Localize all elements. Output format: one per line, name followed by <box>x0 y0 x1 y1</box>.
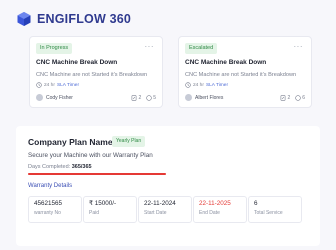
plan-progress-fill <box>28 173 166 175</box>
detail-label: Paid <box>89 210 100 216</box>
warranty-details: 45621565 warranty No ₹ 15000/- Paid 22-1… <box>28 196 303 223</box>
status-badge: Escalated <box>185 43 218 54</box>
sla-duration: 24 hr <box>193 82 204 88</box>
comments-value: 6 <box>302 94 305 101</box>
ticket-meta: 2 6 <box>280 95 305 101</box>
attachment-icon <box>132 94 137 101</box>
detail-label: End Date <box>199 210 220 216</box>
detail-label: Total Service <box>254 210 283 216</box>
attachments-count[interactable]: 2 <box>131 95 141 101</box>
sla-timer-link[interactable]: SLA Timer <box>206 83 228 88</box>
ticket-description: CNC Machine are not Started it's Breakdo… <box>185 72 297 78</box>
detail-value: 22-11-2024 <box>144 200 176 207</box>
assignee-name: Cody Fisher <box>46 94 73 101</box>
detail-warranty-no: 45621565 warranty No <box>28 196 82 223</box>
sla-timer-link[interactable]: SLA Timer <box>57 83 79 88</box>
detail-total-service: 6 Total Service <box>248 196 302 223</box>
detail-value: 6 <box>254 200 258 207</box>
avatar <box>36 94 43 101</box>
avatar <box>185 94 192 101</box>
plan-card: Company Plan Name Yearly Plan Secure you… <box>16 126 320 246</box>
more-options-icon[interactable]: ··· <box>294 42 304 51</box>
days-completed-label: Days Completed: <box>28 164 71 170</box>
assignee: Albert Flores <box>185 94 223 101</box>
ticket-card[interactable]: Escalated ··· CNC Machine Break Down CNC… <box>178 36 312 108</box>
ticket-description: CNC Machine are not Started it's Breakdo… <box>36 72 148 78</box>
warranty-details-heading: Warranty Details <box>28 183 73 189</box>
comments-value: 5 <box>153 94 156 101</box>
plan-progress-bar <box>28 173 166 175</box>
comment-icon <box>146 94 152 101</box>
ticket-title: CNC Machine Break Down <box>185 59 267 66</box>
comments-count[interactable]: 6 <box>295 95 305 101</box>
sla-timer: 24 hr SLA Timer <box>36 82 79 88</box>
ticket-footer: Albert Flores 2 6 <box>185 93 305 102</box>
cube-logo-icon <box>17 12 31 26</box>
sla-timer: 24 hr SLA Timer <box>185 82 228 88</box>
detail-paid: ₹ 15000/- Paid <box>83 196 137 223</box>
plan-title: Company Plan Name <box>28 137 113 147</box>
ticket-meta: 2 5 <box>131 95 156 101</box>
ticket-card[interactable]: In Progress ··· CNC Machine Break Down C… <box>29 36 163 108</box>
attachments-value: 2 <box>287 94 291 101</box>
sla-duration: 24 hr <box>44 82 55 88</box>
detail-end-date: 22-11-2025 End Date <box>193 196 247 223</box>
plan-type-badge: Yearly Plan <box>112 136 146 147</box>
comment-icon <box>295 94 301 101</box>
attachments-count[interactable]: 2 <box>280 95 290 101</box>
app-root: ENGIFLOW 360 In Progress ··· CNC Machine… <box>0 0 336 250</box>
assignee: Cody Fisher <box>36 94 73 101</box>
detail-label: warranty No <box>34 210 61 216</box>
ticket-title: CNC Machine Break Down <box>36 59 118 66</box>
clock-icon <box>185 82 191 88</box>
ticket-footer: Cody Fisher 2 5 <box>36 93 156 102</box>
plan-subtitle: Secure your Machine with our Warranty Pl… <box>28 152 153 159</box>
attachment-icon <box>281 94 286 101</box>
assignee-name: Albert Flores <box>195 94 224 101</box>
brand-name: ENGIFLOW 360 <box>37 12 132 26</box>
status-badge: In Progress <box>36 43 73 54</box>
detail-value: 22-11-2025 <box>199 200 231 207</box>
days-completed-value: 365/365 <box>71 164 92 170</box>
attachments-value: 2 <box>138 94 142 101</box>
detail-value: 45621565 <box>34 200 63 207</box>
more-options-icon[interactable]: ··· <box>145 42 155 51</box>
header: ENGIFLOW 360 <box>16 10 131 28</box>
days-completed: Days Completed: 365/365 <box>28 164 92 170</box>
detail-start-date: 22-11-2024 Start Date <box>138 196 192 223</box>
clock-icon <box>36 82 42 88</box>
detail-label: Start Date <box>144 210 167 216</box>
comments-count[interactable]: 5 <box>146 95 156 101</box>
detail-value: ₹ 15000/- <box>89 200 117 207</box>
